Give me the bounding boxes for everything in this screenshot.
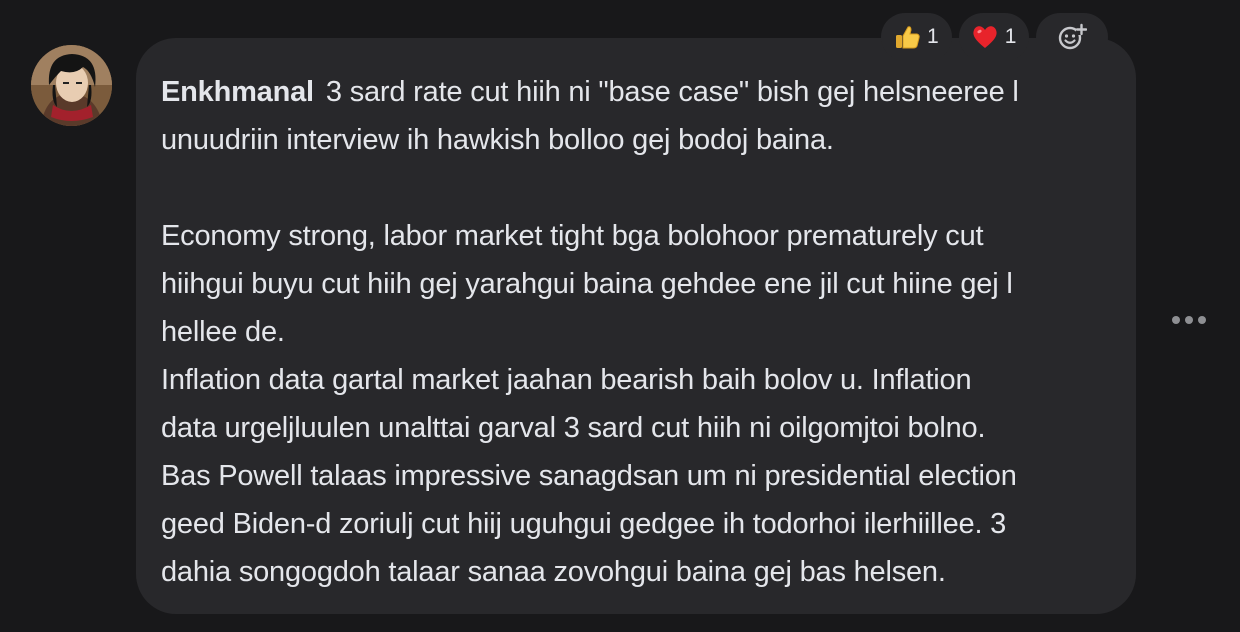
paragraph-break — [161, 164, 1112, 212]
comment-line-text: 3 sard rate cut hiih ni "base case" bish… — [325, 76, 1019, 108]
comment-line: Inflation data gartal market jaahan bear… — [161, 364, 972, 396]
comment-line: geed Biden-d zoriulj cut hiij uguhgui ge… — [161, 508, 1007, 540]
more-dot — [1172, 316, 1180, 324]
comment-line: dahia songogdoh talaar sanaa zovohgui ba… — [161, 556, 946, 588]
author-name[interactable]: Enkhmanal — [161, 76, 314, 108]
reaction-thumbs-up[interactable]: 1 — [881, 13, 952, 61]
comment-line: Economy strong, labor market tight bga b… — [161, 220, 984, 252]
more-dot — [1185, 316, 1193, 324]
reaction-count: 1 — [1004, 25, 1017, 48]
comment-body: Enkhmanal 3 sard rate cut hiih ni "base c… — [161, 68, 1112, 596]
more-dot — [1198, 316, 1206, 324]
add-reaction-icon — [1057, 22, 1088, 52]
comment-line: Bas Powell talaas impressive sanagdsan u… — [161, 460, 1017, 492]
heart-icon — [971, 23, 999, 51]
comment-line: unuudriin interview ih hawkish bolloo ge… — [161, 124, 834, 156]
more-options-icon[interactable] — [1172, 316, 1206, 324]
comment-line: hellee de. — [161, 316, 285, 348]
reaction-count: 1 — [927, 25, 939, 48]
comment-bubble: Enkhmanal 3 sard rate cut hiih ni "base c… — [136, 38, 1136, 614]
add-reaction-button[interactable] — [1036, 13, 1109, 61]
comment-line: data urgeljluulen unalttai garval 3 sard… — [161, 412, 986, 444]
comment-line: hiihgui buyu cut hiih gej yarahgui baina… — [161, 268, 1013, 300]
comment-thread: Enkhmanal 3 sard rate cut hiih ni "base c… — [0, 0, 1240, 632]
thumbs-up-icon — [893, 23, 921, 51]
comment-line: Enkhmanal 3 sard rate cut hiih ni "base c… — [161, 68, 1112, 116]
avatar[interactable] — [31, 45, 112, 126]
reaction-heart[interactable]: 1 — [958, 13, 1030, 61]
avatar-image — [31, 45, 112, 126]
reaction-bar: 1 1 — [881, 13, 1109, 61]
